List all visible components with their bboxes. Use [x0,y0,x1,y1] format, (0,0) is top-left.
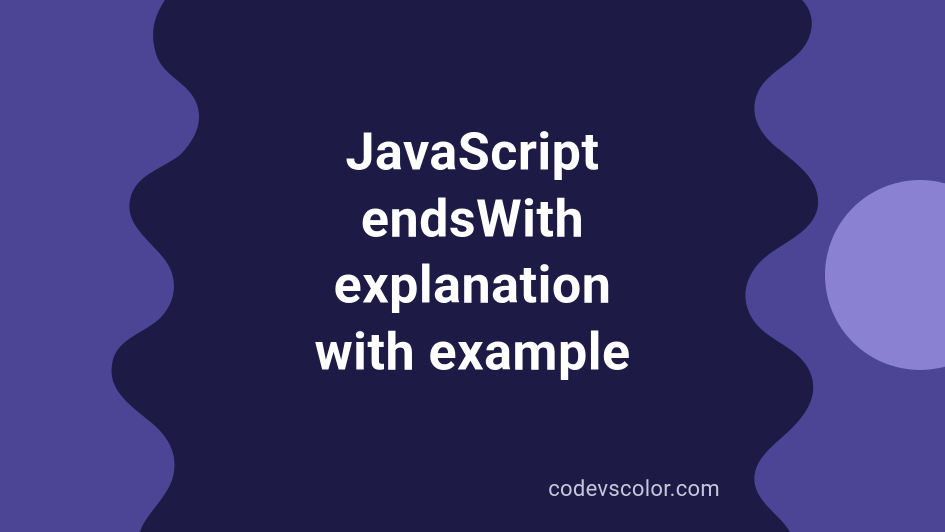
banner-footer-url: codevscolor.com [548,477,720,502]
banner-canvas: JavaScript endsWith explanation with exa… [0,0,945,532]
banner-title: JavaScript endsWith explanation with exa… [314,120,630,386]
